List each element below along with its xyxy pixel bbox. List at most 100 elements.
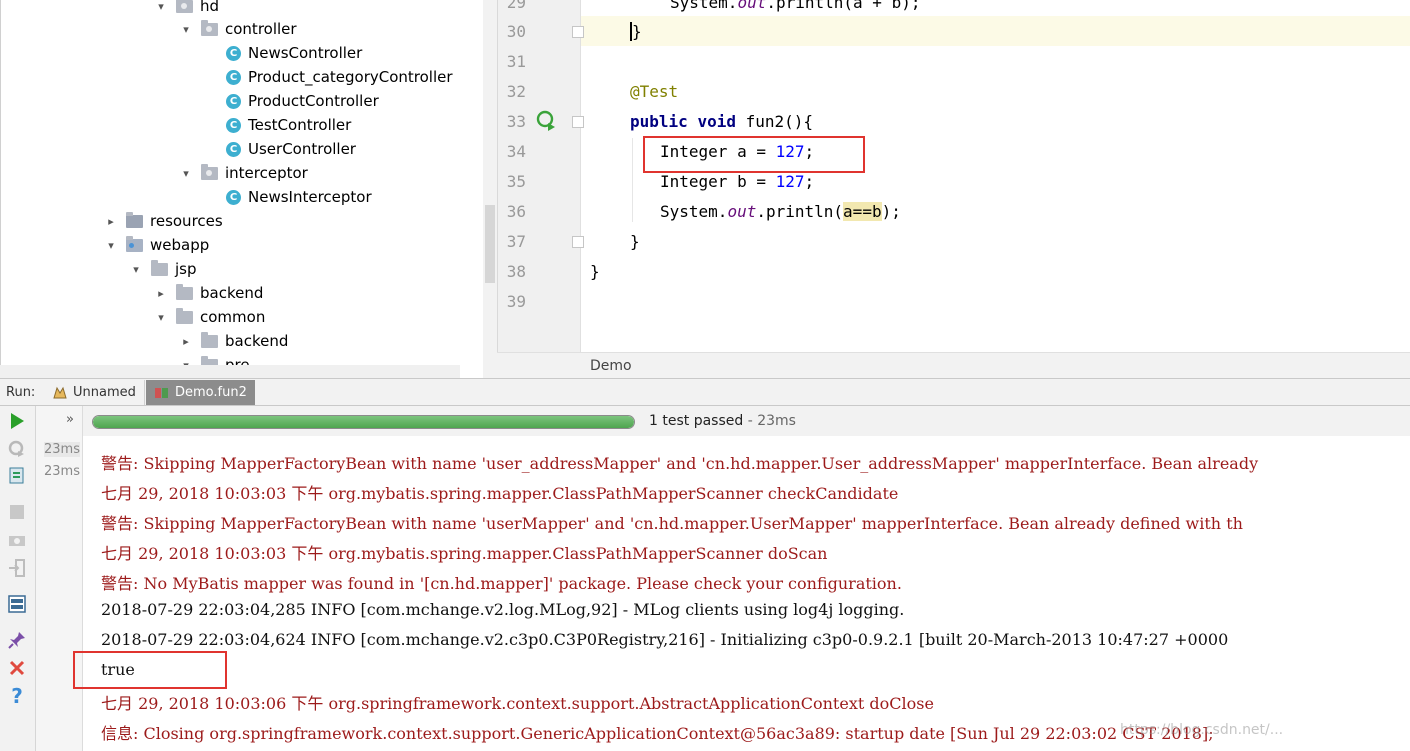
run-test-gutter-icon[interactable] xyxy=(535,109,557,135)
fold-marker[interactable] xyxy=(572,26,584,38)
chevron-down-icon[interactable]: ▾ xyxy=(154,0,168,13)
tree-item-label: UserController xyxy=(248,140,356,158)
folder-shape xyxy=(151,259,168,276)
chevron-down-icon[interactable]: ▾ xyxy=(179,166,193,180)
folder-shape xyxy=(176,307,193,324)
java-class-icon: C xyxy=(226,141,241,157)
console-line: 警告: Skipping MapperFactoryBean with name… xyxy=(101,454,1259,473)
java-class-icon: C xyxy=(226,69,241,85)
run-tab-demo-fun2[interactable]: Demo.fun2 xyxy=(146,380,255,405)
tree-item[interactable]: C ProductController xyxy=(204,89,379,113)
package-icon xyxy=(201,163,218,180)
line-number: 39 xyxy=(506,292,526,311)
scrollbar-thumb[interactable] xyxy=(485,205,495,283)
folder-icon xyxy=(201,331,218,348)
console-output[interactable]: 警告: Skipping MapperFactoryBean with name… xyxy=(83,436,1410,751)
close-icon[interactable] xyxy=(7,658,27,678)
line-number: 30 xyxy=(506,22,526,41)
folder-shape xyxy=(176,0,193,13)
editor-gutter: 29 30 31 32 33 34 35 36 37 38 39 xyxy=(498,0,584,352)
rerun-icon[interactable] xyxy=(7,411,27,431)
folder-icon xyxy=(126,235,143,252)
package-icon xyxy=(176,0,193,13)
tree-item[interactable]: C UserController xyxy=(204,137,356,161)
run-tab-label: Unnamed xyxy=(73,385,136,400)
java-class-icon: C xyxy=(226,117,241,133)
test-duration[interactable]: 23ms xyxy=(44,442,80,457)
tree-item[interactable]: ▸ backend xyxy=(154,281,263,305)
code-line-29: System.out.println(a + b); xyxy=(670,0,921,12)
run-tab-unnamed[interactable]: Unnamed xyxy=(44,380,145,405)
exit-icon[interactable] xyxy=(7,558,27,578)
toggle-auto-test-icon[interactable] xyxy=(7,465,27,485)
class-badge: C xyxy=(226,141,241,157)
restore-layout-icon[interactable] xyxy=(7,594,27,614)
class-breadcrumb[interactable]: Demo xyxy=(590,358,632,374)
code-editor[interactable]: 29 30 31 32 33 34 35 36 37 38 39 System.… xyxy=(497,0,1410,352)
pin-icon[interactable] xyxy=(7,630,27,650)
folder-icon xyxy=(176,283,193,300)
tree-item[interactable]: C TestController xyxy=(204,113,351,137)
indent-guide xyxy=(632,138,633,222)
java-class-icon: C xyxy=(226,45,241,61)
console-line: 七月 29, 2018 10:03:03 下午 org.mybatis.spri… xyxy=(101,544,828,563)
tree-item[interactable]: ▸ backend xyxy=(179,329,288,353)
rerun-failed-icon[interactable] xyxy=(7,439,27,459)
project-tree-hscroll[interactable] xyxy=(0,365,460,378)
tree-item-label: Product_categoryController xyxy=(248,68,453,86)
chevron-down-icon[interactable]: ▾ xyxy=(154,310,168,324)
folder-shape xyxy=(201,331,218,348)
line-number: 32 xyxy=(506,82,526,101)
console-line: 2018-07-29 22:03:04,624 INFO [com.mchang… xyxy=(101,630,1229,649)
java-class-icon: C xyxy=(226,93,241,109)
stop-icon[interactable] xyxy=(7,502,27,522)
chevron-right-icon[interactable]: ▸ xyxy=(154,286,168,300)
tree-item[interactable]: ▸ resources xyxy=(104,209,223,233)
test-tree: » 23ms 23ms xyxy=(36,406,83,751)
tree-item[interactable]: ▾ controller xyxy=(179,17,297,41)
console-line: 七月 29, 2018 10:03:03 下午 org.mybatis.spri… xyxy=(101,484,899,503)
tree-item-label: jsp xyxy=(175,260,197,278)
fold-marker[interactable] xyxy=(572,116,584,128)
console-line: 七月 29, 2018 10:03:06 下午 org.springframew… xyxy=(101,694,934,713)
expand-tests-icon[interactable]: » xyxy=(66,412,74,427)
chevron-down-icon[interactable]: ▾ xyxy=(104,238,118,252)
class-badge: C xyxy=(226,45,241,61)
tree-item[interactable]: ▾ hd xyxy=(154,0,219,18)
tree-item-label: webapp xyxy=(150,236,210,254)
chevron-right-icon[interactable]: ▸ xyxy=(104,214,118,228)
tree-item[interactable]: ▾ interceptor xyxy=(179,161,308,185)
test-duration[interactable]: 23ms xyxy=(44,464,80,479)
line-number: 37 xyxy=(506,232,526,251)
annotation-box-code xyxy=(643,136,865,173)
console-line: 警告: Skipping MapperFactoryBean with name… xyxy=(101,514,1243,533)
tree-item[interactable]: C NewsInterceptor xyxy=(204,185,372,209)
class-badge: C xyxy=(226,117,241,133)
chevron-right-icon[interactable]: ▸ xyxy=(179,334,193,348)
class-badge: C xyxy=(226,69,241,85)
tree-item[interactable]: ▾ webapp xyxy=(104,233,209,257)
chevron-down-icon[interactable]: ▾ xyxy=(179,22,193,36)
tree-item-label: NewsInterceptor xyxy=(248,188,372,206)
tree-item[interactable]: C Product_categoryController xyxy=(204,65,453,89)
java-class-icon: C xyxy=(226,189,241,205)
test-progress-bar xyxy=(92,415,635,429)
dump-threads-icon[interactable] xyxy=(7,530,27,550)
folder-shape xyxy=(126,235,143,252)
tree-item-label: common xyxy=(200,308,266,326)
line-number: 38 xyxy=(506,262,526,281)
help-icon[interactable]: ? xyxy=(7,684,27,708)
tree-item-label: hd xyxy=(200,0,220,15)
folder-shape xyxy=(201,19,218,36)
tree-item[interactable]: ▾ jsp xyxy=(129,257,197,281)
fold-marker[interactable] xyxy=(572,236,584,248)
tree-item[interactable]: C NewsController xyxy=(204,41,362,65)
chevron-down-icon[interactable]: ▾ xyxy=(129,262,143,276)
code-line-37: } xyxy=(630,232,640,251)
run-label: Run: xyxy=(6,385,36,400)
progress-fill xyxy=(93,416,634,428)
project-tree-scrollbar[interactable] xyxy=(483,0,497,378)
tree-item[interactable]: ▾ common xyxy=(154,305,265,329)
truncated-line xyxy=(403,436,773,438)
run-tab-label: Demo.fun2 xyxy=(175,385,247,400)
